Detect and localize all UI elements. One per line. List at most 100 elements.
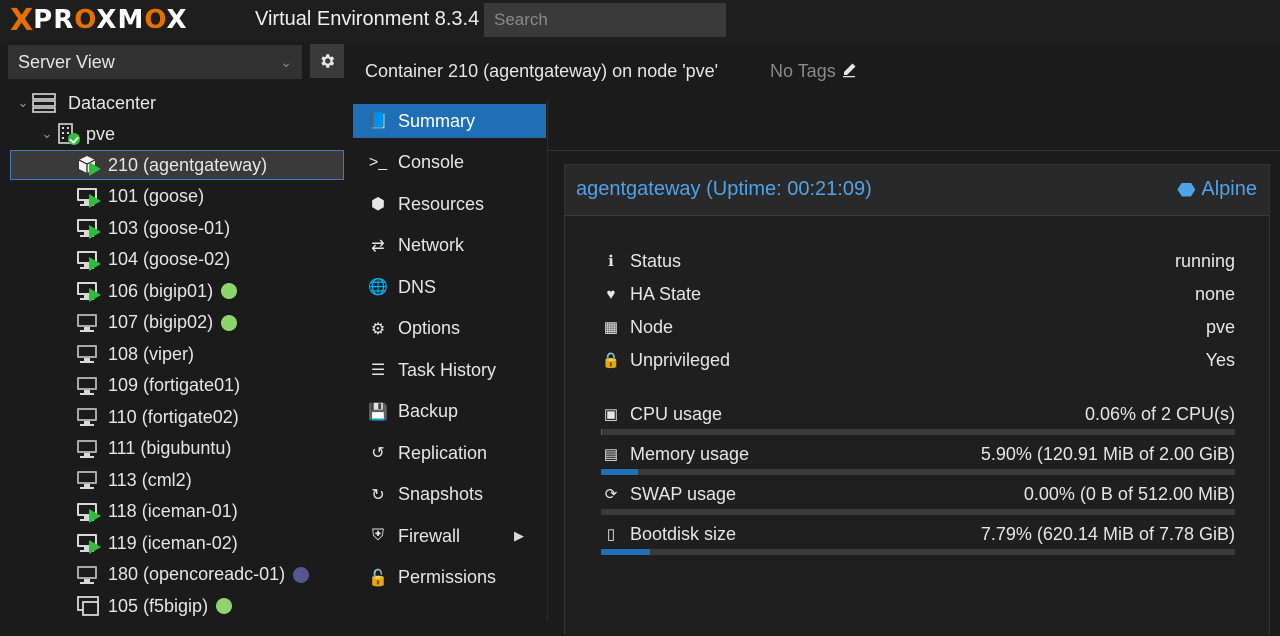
tag-dot-icon [216, 598, 233, 614]
exchange-icon: ⇄ [371, 237, 385, 255]
memory-icon: ▤ [603, 446, 619, 463]
nav-permissions[interactable]: 🔓 Permissions [353, 561, 546, 595]
cpu-usage-value: 0.06% of 2 CPU(s) [1084, 403, 1235, 424]
tree-guest-label: 119 (iceman-02) [108, 532, 238, 553]
nav-replication[interactable]: ↺ Replication [353, 436, 546, 470]
unlock-icon: 🔓 [368, 569, 388, 587]
running-play-icon [89, 540, 101, 554]
status-row: ℹ Status running [601, 249, 1235, 273]
memory-usage-value: 5.90% (120.91 MiB of 2.00 GiB) [980, 443, 1235, 464]
tree-guest-item[interactable]: 109 (fortigate01) [76, 371, 240, 401]
tree-guest-item[interactable]: 113 (cml2) [76, 465, 192, 495]
bootdisk-size-row: ▯ Bootdisk size 7.79% (620.14 MiB of 7.78… [601, 522, 1235, 546]
nav-label: Console [398, 152, 465, 172]
tags-field[interactable]: No Tags [770, 61, 857, 82]
cpu-usage-bar [601, 429, 1235, 435]
chevron-down-icon[interactable]: ⌄ [16, 95, 30, 111]
tree-guest-item[interactable]: 107 (bigip02) [76, 308, 238, 338]
search-input[interactable] [484, 3, 726, 37]
monitor-icon [76, 186, 101, 208]
version-label: Virtual Environment 8.3.4 [255, 8, 480, 30]
alpine-icon [1177, 182, 1196, 197]
tree-guest-item[interactable]: 119 (iceman-02) [76, 528, 238, 558]
tree-guest-item[interactable]: 105 (f5bigip) [76, 591, 233, 621]
tree-guest-label: 104 (goose-02) [108, 249, 231, 269]
nav-backup[interactable]: 💾 Backup [353, 395, 546, 429]
server-rack-icon [32, 93, 56, 113]
os-name: Alpine [1201, 178, 1257, 200]
ha-state-value: none [1194, 283, 1235, 304]
tree-guest-item[interactable]: 180 (opencoreadc-01) [76, 560, 310, 590]
tree-datacenter[interactable]: ⌄ Datacenter [16, 88, 156, 118]
monitor-icon [76, 438, 100, 460]
tree-guest-item[interactable]: 108 (viper) [76, 339, 194, 369]
chevron-down-icon[interactable]: ⌄ [40, 126, 54, 142]
tree-settings-button[interactable] [310, 44, 344, 78]
nav-network[interactable]: ⇄ Network [353, 229, 546, 263]
nav-snapshots[interactable]: ↻ Snapshots [353, 478, 546, 512]
tree-guest-item[interactable]: 106 (bigip01) [76, 276, 238, 306]
tree-guest-item[interactable]: 210 (agentgateway) [10, 150, 344, 180]
submenu-arrow-icon: ▶ [514, 528, 524, 543]
gear-icon [321, 54, 335, 68]
tag-dot-icon [293, 566, 310, 583]
nav-label: Options [398, 318, 461, 338]
gear-icon: ⚙ [370, 320, 386, 338]
nav-label: Resources [398, 193, 485, 214]
terminal-icon: >_ [368, 153, 388, 171]
nav-task-history[interactable]: ☰ Task History [353, 353, 546, 387]
nav-resources[interactable]: ⬢ Resources [353, 187, 546, 221]
tag-dot-icon [221, 314, 238, 331]
nav-label: Replication [398, 442, 488, 463]
pencil-icon[interactable] [841, 62, 857, 78]
usage-bar-fill [601, 469, 639, 475]
tree-guest-item[interactable]: 111 (bigubuntu) [76, 434, 231, 464]
container-icon [76, 154, 101, 176]
nav-label: Task History [398, 359, 497, 380]
monitor-icon [76, 217, 101, 239]
list-icon: ☰ [370, 362, 386, 379]
tree-node-pve[interactable]: ⌄ pve [40, 119, 115, 149]
building-icon [56, 123, 80, 145]
tree-guest-item[interactable]: 118 (iceman-01) [76, 497, 238, 527]
tree-guest-label: 101 (goose) [108, 186, 205, 206]
tab-strip [548, 100, 1280, 151]
bootdisk-size-bar [601, 549, 1235, 555]
tree-guest-item[interactable]: 104 (goose-02) [76, 245, 230, 275]
tree-guest-label: 107 (bigip02) [108, 312, 214, 332]
cube-icon: ⬢ [371, 196, 385, 213]
nav-dns[interactable]: 🌐 DNS [353, 270, 546, 304]
view-selector[interactable]: Server View ⌄ [8, 45, 302, 79]
tree-guest-item[interactable]: 110 (fortigate02) [76, 402, 239, 432]
proxmox-logo[interactable]: X PROXMOX [10, 2, 188, 38]
unprivileged-row: 🔒 Unprivileged Yes [601, 349, 1235, 370]
globe-icon: 🌐 [368, 279, 388, 296]
tree-guest-label: 113 (cml2) [108, 469, 192, 490]
info-icon: ℹ [608, 253, 614, 270]
chevron-down-icon: ⌄ [280, 53, 292, 70]
usage-bar-fill [601, 429, 603, 435]
nav-firewall[interactable]: ⛨ Firewall ▶ [353, 519, 546, 553]
retweet-icon: ↺ [371, 445, 385, 462]
template-icon [76, 595, 100, 617]
tree-guest-item[interactable]: 103 (goose-01) [76, 213, 230, 243]
content-header: Container 210 (agentgateway) on node 'pv… [352, 42, 1280, 101]
running-play-icon [89, 193, 101, 208]
tree-guest-item[interactable]: 101 (goose) [76, 182, 204, 212]
summary-panel-header: agentgateway (Uptime: 00:21:09) Alpine [565, 165, 1269, 216]
nav-summary[interactable]: 📘 Summary [353, 104, 546, 138]
ha-state-row: ♥ HA State none [601, 282, 1235, 306]
nav-label: Network [398, 235, 465, 255]
nav-label: Permissions [398, 567, 497, 587]
chip-icon: ▣ [603, 406, 619, 423]
memory-usage-row: ▤ Memory usage 5.90% (120.91 MiB of 2.00 … [601, 442, 1235, 466]
tree-guest-label: 105 (f5bigip) [108, 595, 209, 616]
tree-guest-label: 180 (opencoreadc-01) [108, 564, 286, 584]
nav-options[interactable]: ⚙ Options [353, 312, 546, 346]
running-play-icon [89, 256, 101, 271]
nav-console[interactable]: >_ Console [353, 146, 546, 180]
bootdisk-size-value: 7.79% (620.14 MiB of 7.78 GiB) [980, 523, 1235, 544]
nav-label: Summary [398, 110, 476, 131]
tree-guest-label: 118 (iceman-01) [108, 501, 238, 521]
nav-label: DNS [398, 276, 437, 297]
